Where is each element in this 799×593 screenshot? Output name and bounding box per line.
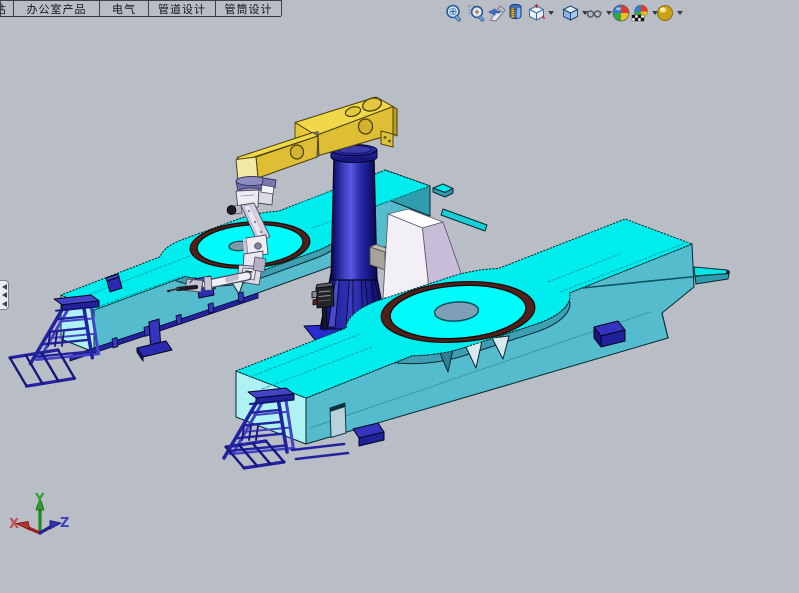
edit-appearance-button[interactable] (611, 3, 632, 24)
view-orientation-dropdown-arrow[interactable] (548, 11, 554, 15)
zoom-to-fit-button[interactable] (444, 3, 465, 24)
right-beam-stand-sled-rail-front[interactable] (244, 462, 284, 468)
view-settings-button[interactable] (655, 3, 676, 24)
model-viewport[interactable]: XYZ (0, 0, 799, 589)
torch-body[interactable] (178, 287, 196, 289)
left-rail-tab[interactable] (238, 292, 244, 303)
arm-link-dot[interactable] (254, 221, 256, 223)
motor-strut[interactable] (322, 304, 327, 330)
orientation-triad[interactable]: XYZ (9, 492, 69, 533)
back-ledge-strip[interactable] (441, 209, 487, 231)
column-flange-bolt[interactable] (353, 155, 356, 157)
arm-knob[interactable] (227, 206, 236, 215)
left-bracket-base[interactable] (137, 341, 172, 357)
apply-scene-icon (630, 3, 651, 24)
motor-cyl2[interactable] (313, 299, 317, 305)
collapse-arrow-icon (2, 292, 7, 298)
right-beam-stand-under-rail[interactable] (292, 444, 344, 450)
view-orientation-icon (526, 3, 547, 24)
boom-rear-hole[interactable] (359, 119, 373, 134)
zoom-to-fit-icon (444, 3, 465, 24)
left-beam-stand-sled-rail-front[interactable] (27, 378, 75, 386)
triad-y-label: Y (34, 492, 45, 507)
motor-body[interactable] (316, 286, 334, 308)
boom-end-cap[interactable] (393, 107, 397, 137)
column-flange-bolt[interactable] (334, 152, 337, 154)
feature-panel-collapse-button[interactable] (0, 280, 9, 310)
collapse-arrow-icon (2, 284, 7, 290)
right-beam-stand-ladder-bar[interactable] (256, 426, 258, 440)
right-tongue-tip[interactable] (726, 270, 730, 274)
motor-cyl[interactable] (312, 291, 317, 298)
view-settings-dropdown-arrow[interactable] (677, 11, 683, 15)
triad-x-label: X (9, 517, 19, 532)
cad-application-window: { "app": { "name": "cad-viewport", "back… (0, 0, 799, 589)
apply-scene-button[interactable] (630, 3, 651, 24)
column-flange-bolt[interactable] (339, 154, 342, 156)
arm-wrist-motor[interactable] (253, 257, 266, 272)
boom-bracket-bolt[interactable] (384, 136, 387, 139)
collapse-arrow-icon (2, 301, 7, 307)
arm-j2-top-box[interactable] (261, 185, 274, 194)
arm-link-dot[interactable] (248, 210, 250, 212)
torch-tip[interactable] (167, 290, 170, 293)
column-flange-bolt[interactable] (371, 152, 374, 154)
heads-up-view-toolbar (0, 0, 799, 28)
left-rail-tab[interactable] (112, 338, 118, 349)
view-settings-icon (655, 3, 676, 24)
display-style-icon (560, 3, 581, 24)
column-flange-bolt[interactable] (360, 155, 363, 157)
column-flange-bolt[interactable] (373, 151, 376, 153)
arm-tube-flange[interactable] (204, 277, 212, 291)
right-beam-stand-under-rail[interactable] (296, 453, 348, 459)
column-flange-bolt[interactable] (367, 154, 370, 156)
section-view-button[interactable] (505, 3, 526, 24)
left-beam-stand-sled-rung[interactable] (10, 358, 27, 386)
view-orientation-button[interactable] (526, 3, 547, 24)
zoom-to-area-button[interactable] (467, 3, 488, 24)
hide-show-items-button[interactable] (584, 3, 605, 24)
graphics-area[interactable]: XYZ (0, 0, 799, 589)
left-rail-tab[interactable] (208, 303, 214, 314)
arm-link-dot[interactable] (260, 231, 262, 233)
boom-bracket-bolt[interactable] (388, 140, 391, 143)
column-flange-bolt[interactable] (345, 155, 348, 157)
arm-elbow-hub[interactable] (255, 243, 262, 249)
boom-front-hole[interactable] (291, 145, 304, 159)
hide-show-items-icon (584, 3, 605, 24)
triad-z-label: Z (60, 516, 69, 531)
back-ledge-strip-face[interactable] (441, 209, 487, 231)
edit-appearance-icon (611, 3, 632, 24)
boom-end-bracket[interactable] (381, 131, 393, 147)
arm-tube-seam[interactable] (228, 278, 236, 280)
zoom-to-area-icon (467, 3, 488, 24)
section-view-icon (505, 3, 526, 24)
left-rail-tab[interactable] (176, 314, 182, 325)
display-style-button[interactable] (560, 3, 581, 24)
left-beam-stand[interactable] (10, 295, 99, 386)
